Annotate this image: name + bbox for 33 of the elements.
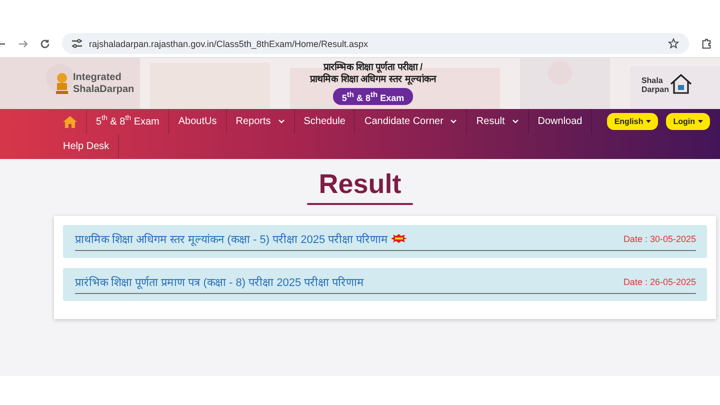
house-icon bbox=[670, 74, 692, 94]
dropdown-button[interactable]: Login bbox=[666, 113, 710, 130]
nav-item[interactable]: Schedule bbox=[294, 109, 356, 134]
home-icon bbox=[63, 116, 77, 128]
caret-icon bbox=[698, 120, 703, 123]
logo-text: ShalaDarpan bbox=[73, 84, 134, 96]
header-title: प्रारम्भिक शिक्षा पूर्णता परीक्षा / bbox=[323, 62, 423, 73]
caret-icon bbox=[646, 120, 652, 123]
result-link[interactable]: प्राथमिक शिक्षा अधिगम स्तर मूल्यांकन (कक्षा - 5) परीक्षा 2025 परीक्षा परिणाम bbox=[75, 231, 388, 246]
site-settings-icon[interactable] bbox=[72, 39, 82, 48]
emblem-icon bbox=[54, 72, 70, 96]
nav-item[interactable]: Reports bbox=[226, 109, 295, 134]
nav-item[interactable]: Candidate Corner bbox=[355, 109, 468, 134]
logo-text: Integrated bbox=[73, 72, 122, 84]
star-icon[interactable] bbox=[668, 38, 679, 49]
nav-item[interactable]: AboutUs bbox=[169, 109, 227, 134]
extensions-icon[interactable] bbox=[701, 38, 712, 49]
forward-icon[interactable] bbox=[18, 38, 28, 48]
nav-item[interactable]: Result bbox=[467, 109, 529, 134]
header-title: प्राथमिक शिक्षा अधिगम स्तर मूल्यांकन bbox=[310, 74, 436, 86]
nav-item[interactable]: 5$^{th}$ & 8$^{th}$ Exam bbox=[87, 109, 170, 134]
result-date: Date : 26-05-2025 bbox=[623, 276, 696, 286]
logo-text: Darpan bbox=[641, 84, 669, 94]
logo-text: Shala bbox=[641, 76, 664, 84]
page-title: Result bbox=[318, 169, 402, 199]
reload-icon[interactable] bbox=[40, 38, 50, 48]
nav-item[interactable]: Download bbox=[528, 109, 592, 134]
url-text: rajshaladarpan.rajasthan.gov.in/Class5th_8thExam/Home/Result.aspx bbox=[89, 38, 369, 48]
address-bar[interactable]: rajshaladarpan.rajasthan.gov.in/Class5th_8thExam/Home/Result.aspx bbox=[62, 33, 689, 54]
dropdown-button[interactable]: English bbox=[607, 113, 658, 130]
result-link[interactable]: प्रारंभिक शिक्षा पूर्णता प्रमाण पत्र (कक्षा - 8) परीक्षा 2025 परीक्षा परिणाम bbox=[75, 274, 364, 289]
result-date: Date : 30-05-2025 bbox=[623, 234, 696, 244]
exam-badge: 5$^{th}$ & 8$^{th}$ Exam bbox=[332, 88, 414, 105]
